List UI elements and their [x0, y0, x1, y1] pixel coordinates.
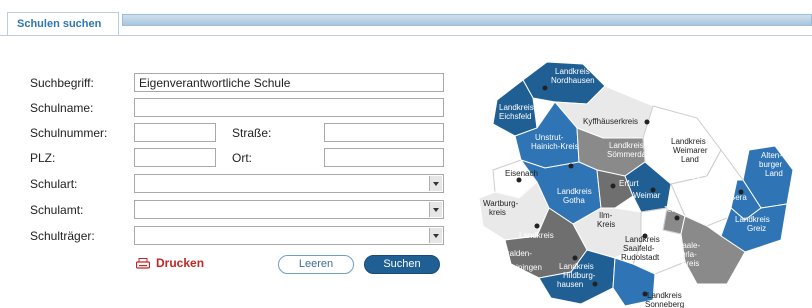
- tab-divider: [0, 35, 812, 36]
- map-label-jena: Jena: [663, 205, 681, 214]
- ort-label: Ort:: [232, 151, 252, 165]
- map-label-ilm-2: Kreis: [597, 220, 615, 229]
- map-label-saale-orla-1: Saale-: [677, 241, 700, 250]
- chevron-down-icon[interactable]: [429, 202, 442, 217]
- strasse-input[interactable]: [324, 123, 444, 142]
- map-label-gotha-1: Landkreis: [557, 187, 592, 196]
- plz-input[interactable]: [134, 148, 216, 167]
- map-label-saalfeld-1: Landkreis: [625, 235, 660, 244]
- schulname-input[interactable]: [134, 98, 444, 117]
- map-label-schmalkalden-3: Meiningen: [505, 263, 542, 272]
- map-label-saalfeld-2: Saalfeld-: [623, 244, 655, 253]
- map-label-gera: Gera: [729, 193, 747, 202]
- schulamt-label: Schulamt:: [30, 203, 84, 217]
- schulamt-select[interactable]: [134, 200, 444, 219]
- search-button[interactable]: Suchen: [364, 255, 440, 274]
- map-label-schmalkalden-2: Schmalkalden-: [479, 249, 532, 258]
- map-label-soemmerda-2: Sömmerda: [607, 150, 647, 159]
- city-dot: [610, 183, 616, 189]
- map-label-gotha-2: Gotha: [563, 196, 585, 205]
- map-label-saale-holzland-3: Kreis: [693, 193, 711, 202]
- tab-bar: Schulen suchen: [0, 12, 812, 36]
- schulart-label: Schulart:: [30, 177, 78, 191]
- city-dot: [516, 177, 522, 183]
- strasse-label: Straße:: [232, 126, 272, 140]
- map-label-greiz-2: Greiz: [747, 224, 766, 233]
- map-label-unstrut-2: Hainich-Kreis: [531, 142, 579, 151]
- map-label-soemmerda-1: Landkreis: [609, 141, 644, 150]
- map-label-altenburg-2: burger: [759, 160, 782, 169]
- city-dot: [568, 163, 574, 169]
- map-label-weimar: Weimar: [633, 191, 661, 200]
- tab-strip: [122, 14, 812, 26]
- map-label-hildburghausen-2: Hildburg-: [563, 271, 596, 280]
- map-label-ilm-1: Ilm-: [599, 211, 613, 220]
- city-dot: [644, 119, 650, 125]
- map-label-hildburghausen-1: Landkreis: [559, 262, 594, 271]
- schultraeger-select[interactable]: [134, 226, 444, 245]
- city-dot: [674, 215, 680, 221]
- map-label-erfurt: Erfurt: [619, 179, 639, 188]
- map-label-weimarer-2: Weimarer: [673, 146, 708, 155]
- map-label-saale-orla-3: Kreis: [681, 259, 699, 268]
- map-label-weimarer-1: Landkreis: [671, 137, 706, 146]
- map-label-saale-holzland-1: Saale-: [691, 175, 714, 184]
- schulname-label: Schulname:: [30, 101, 94, 115]
- schultraeger-label: Schulträger:: [30, 229, 95, 243]
- map-label-sonneberg-1: Landkreis: [647, 291, 682, 300]
- map-label-weimarer-3: Land: [681, 155, 699, 164]
- map-label-wartburg-2: kreis: [489, 208, 506, 217]
- city-dot: [572, 255, 578, 261]
- city-dot: [542, 85, 548, 91]
- map-label-unstrut-1: Unstrut-: [535, 133, 564, 142]
- map-label-kyffhaeuser: Kyffhäuserkreis: [583, 117, 638, 126]
- map-label-altenburg-1: Alten-: [761, 151, 782, 160]
- tab-label: Schulen suchen: [17, 18, 102, 30]
- chevron-down-icon[interactable]: [429, 176, 442, 191]
- map-label-saale-orla-2: Orla-: [679, 250, 697, 259]
- map-label-saale-holzland-2: Holzland-: [687, 184, 721, 193]
- suchbegriff-input[interactable]: [134, 73, 444, 92]
- map-label-greiz-1: Landkreis: [735, 215, 770, 224]
- tab-schulen-suchen[interactable]: Schulen suchen: [7, 12, 119, 36]
- map-label-schmalkalden-1: Landkreis: [519, 231, 554, 240]
- city-dot: [534, 223, 540, 229]
- map-label-hildburghausen-3: hausen: [557, 280, 583, 289]
- map-label-nordhausen-1: Landkreis: [555, 67, 590, 76]
- plz-label: PLZ:: [30, 151, 56, 165]
- map-label-eichsfeld-1: Landkreis: [499, 103, 534, 112]
- schulnummer-label: Schulnummer:: [30, 126, 108, 140]
- map-label-altenburg-3: Land: [765, 169, 783, 178]
- schulart-select[interactable]: [134, 174, 444, 193]
- chevron-down-icon[interactable]: [429, 228, 442, 243]
- print-label: Drucken: [156, 256, 205, 270]
- map-label-eisenach: Eisenach: [505, 169, 538, 178]
- map-label-sonneberg-2: Sonneberg: [645, 300, 684, 308]
- map-label-eichsfeld-2: Eichsfeld: [499, 112, 531, 121]
- city-dot: [592, 281, 598, 287]
- ort-input[interactable]: [324, 148, 444, 167]
- thuringia-map: Landkreis Nordhausen Landkreis Eichsfeld…: [478, 61, 794, 308]
- suchbegriff-label: Suchbegriff:: [30, 76, 94, 90]
- map-label-saalfeld-3: Rudolstadt: [621, 253, 660, 262]
- clear-button[interactable]: Leeren: [278, 255, 354, 274]
- map-label-wartburg-1: Wartburg-: [483, 199, 519, 208]
- printer-icon: [136, 258, 150, 269]
- schulnummer-input[interactable]: [134, 123, 216, 142]
- map-label-nordhausen-2: Nordhausen: [551, 76, 595, 85]
